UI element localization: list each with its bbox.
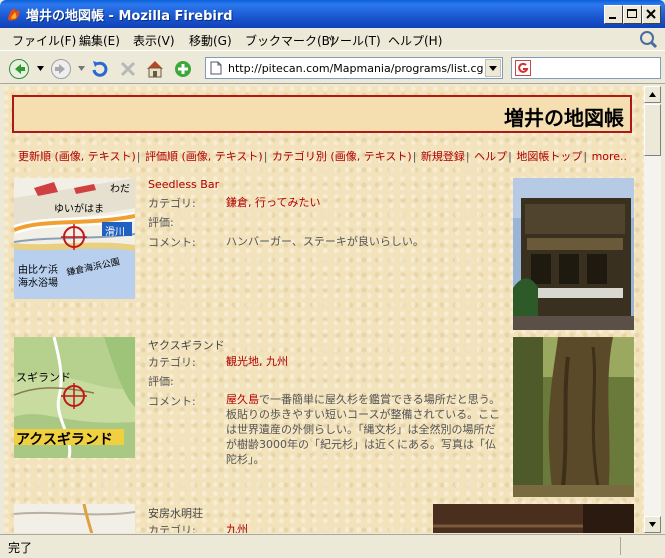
page-title: 増井の地図帳 [504, 106, 624, 130]
google-icon [515, 60, 531, 76]
category-label: カテゴリ: [148, 524, 196, 533]
nav-link-category[interactable]: カテゴリ別 (画像, テキスト) [272, 150, 412, 163]
maximize-button[interactable] [623, 5, 642, 24]
entry-photo[interactable] [513, 178, 634, 330]
rating-label: 評価: [148, 375, 174, 388]
nav-link-more[interactable]: more.. [592, 150, 628, 163]
minimize-button[interactable] [604, 5, 623, 24]
forward-dropdown-icon[interactable] [78, 66, 85, 71]
status-pane [620, 537, 660, 555]
map-label-swimming-beach: 海水浴場 [18, 278, 58, 289]
title-bar[interactable]: 増井の地図帳 - Mozilla Firebird [0, 0, 665, 28]
status-bar: 完了 [0, 534, 665, 558]
menu-bookmarks[interactable]: ブックマーク(B) [245, 32, 335, 49]
chevron-down-icon [649, 522, 656, 527]
chevron-down-icon [489, 66, 497, 71]
category-value[interactable]: 鎌倉, 行ってみたい [226, 195, 506, 210]
menu-go[interactable]: 移動(G) [189, 32, 232, 49]
throbber-icon [640, 31, 658, 49]
scroll-up-button[interactable] [644, 86, 661, 103]
menu-help[interactable]: ヘルプ(H) [388, 32, 442, 49]
scroll-down-button[interactable] [644, 516, 661, 533]
scroll-thumb[interactable] [644, 104, 661, 156]
stop-icon[interactable] [117, 58, 139, 80]
status-text: 完了 [8, 541, 33, 555]
home-icon[interactable] [144, 58, 166, 80]
search-input[interactable] [534, 60, 654, 76]
nav-links: 更新順 (画像, テキスト)| 評価順 (画像, テキスト)| カテゴリ別 (画… [18, 150, 628, 163]
map-thumbnail[interactable] [14, 504, 135, 533]
category-label: カテゴリ: [148, 197, 196, 210]
comment-label: コメント: [148, 395, 196, 408]
chevron-up-icon [649, 92, 656, 97]
category-value[interactable]: 観光地, 九州 [226, 354, 506, 369]
forward-icon[interactable] [50, 58, 72, 80]
map-label-sugiland: スギランド [16, 371, 71, 384]
comment-text: ハンバーガー、ステーキが良いらしい。 [226, 235, 424, 248]
entry-title-link[interactable]: Seedless Bar [148, 178, 219, 191]
page-icon [210, 61, 222, 75]
map-label-yuigahama: ゆいがはま [54, 204, 104, 215]
comment-body: で一番簡単に屋久杉を鑑賞できる場所だと思う。板貼りの歩きやすい短いコースが整備さ… [226, 393, 501, 466]
page-header: 増井の地図帳 [12, 95, 632, 133]
entry-title-link[interactable]: 安房水明荘 [148, 505, 203, 521]
nav-link-register[interactable]: 新規登録 [421, 150, 465, 163]
navigation-toolbar [0, 50, 665, 84]
nav-link-help[interactable]: ヘルプ [474, 150, 507, 163]
entry-photo[interactable] [433, 504, 634, 533]
comment-link-yakushima[interactable]: 屋久島 [226, 393, 259, 406]
nav-link-updated[interactable]: 更新順 (画像, テキスト) [18, 150, 136, 163]
search-box[interactable] [511, 57, 661, 79]
page-viewport: 増井の地図帳 更新順 (画像, テキスト)| 評価順 (画像, テキスト)| カ… [4, 86, 644, 533]
back-icon[interactable] [8, 58, 30, 80]
reload-icon[interactable] [89, 58, 111, 80]
address-bar[interactable] [205, 57, 503, 79]
menu-edit[interactable]: 編集(E) [79, 32, 120, 49]
menu-view[interactable]: 表示(V) [133, 32, 175, 49]
comment-text: 屋久島で一番簡単に屋久杉を鑑賞できる場所だと思う。板貼りの歩きやすい短いコースが… [226, 392, 504, 467]
map-label-yakusugiland: アクスギランド [16, 432, 113, 448]
firebird-icon [8, 8, 20, 21]
nav-link-top[interactable]: 地図帳トップ [516, 150, 582, 163]
entry-photo[interactable] [513, 337, 634, 497]
close-button[interactable] [642, 5, 661, 24]
nav-link-rating[interactable]: 評価順 (画像, テキスト) [145, 150, 263, 163]
rating-label: 評価: [148, 216, 174, 229]
map-label-wada: わだ [110, 184, 130, 195]
url-dropdown-button[interactable] [485, 59, 501, 77]
category-label: カテゴリ: [148, 356, 196, 369]
menu-bar: ファイル(F) 編集(E) 表示(V) 移動(G) ブックマーク(B) ツール(… [0, 28, 665, 50]
comment-label: コメント: [148, 236, 196, 249]
vertical-scrollbar[interactable] [644, 86, 661, 533]
back-dropdown-icon[interactable] [37, 66, 44, 71]
url-input[interactable] [228, 60, 484, 76]
map-label-namerikawa: 滑川 [105, 227, 125, 238]
menu-tools[interactable]: ツール(T) [328, 32, 381, 49]
window-title: 増井の地図帳 - Mozilla Firebird [26, 9, 233, 24]
new-tab-icon[interactable] [172, 58, 194, 80]
entry-title-link[interactable]: ヤクスギランド [148, 337, 225, 353]
menu-file[interactable]: ファイル(F) [12, 32, 76, 49]
